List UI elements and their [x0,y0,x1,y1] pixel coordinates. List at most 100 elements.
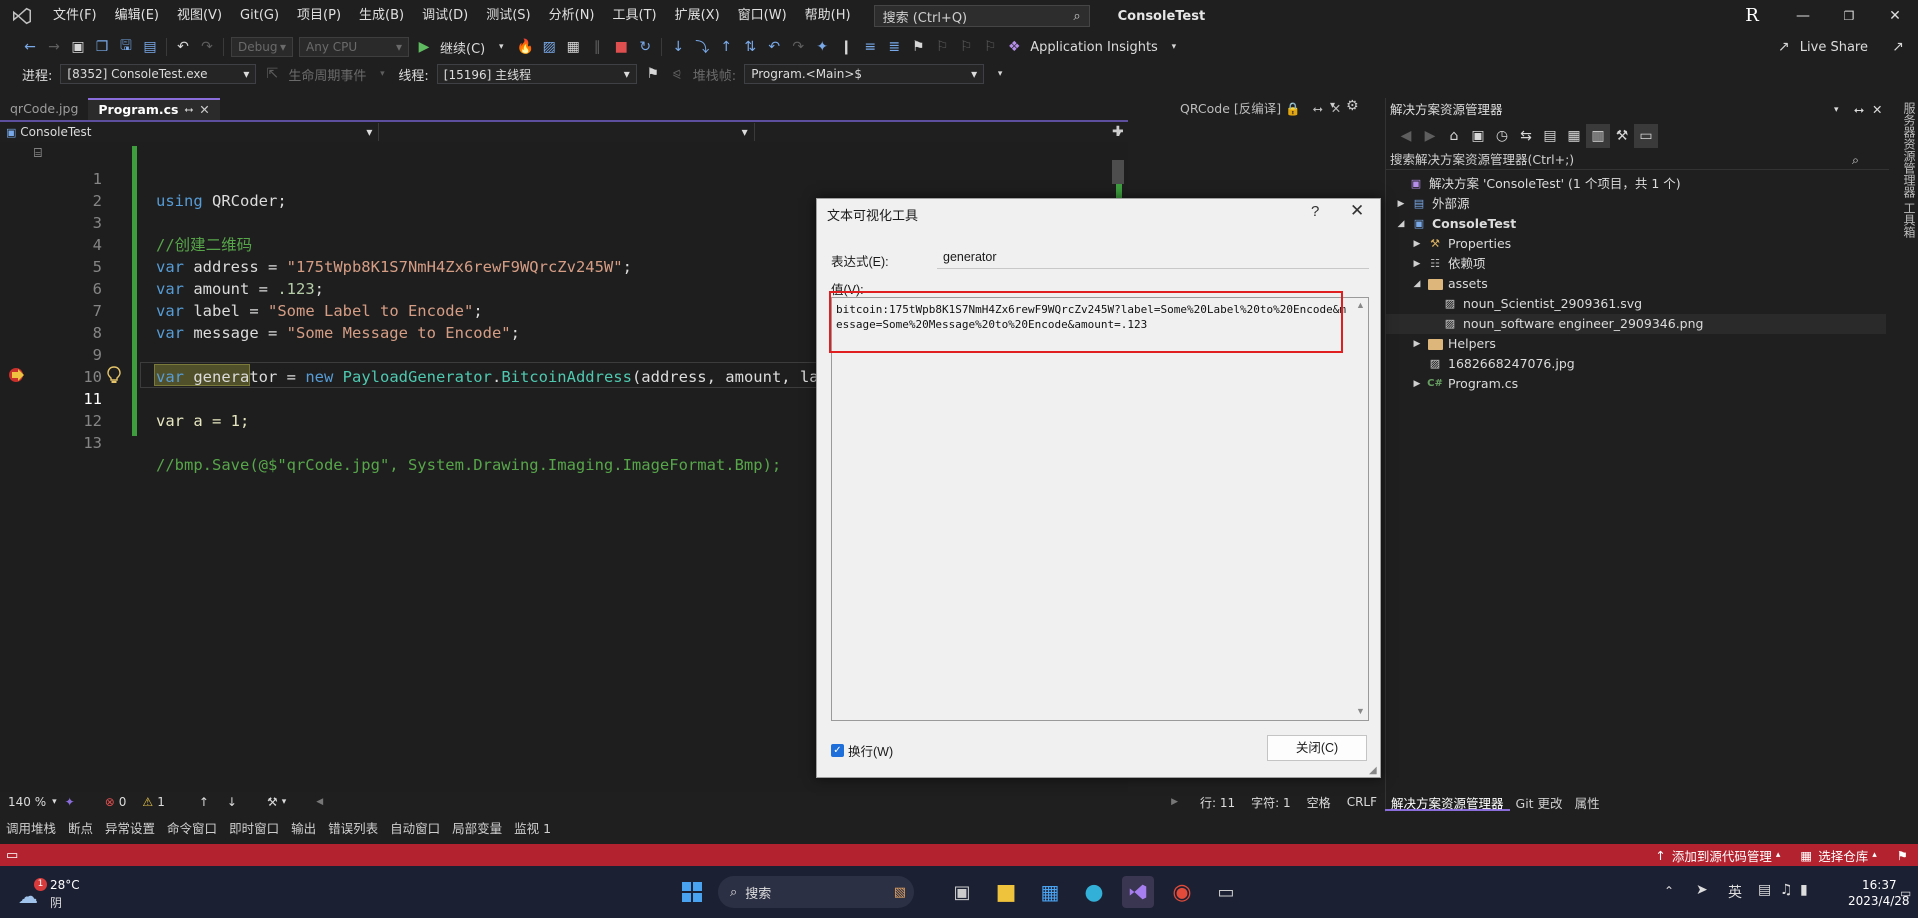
clear-bookmarks-icon[interactable]: ⚐ [978,35,1002,59]
scroll-down-icon[interactable]: ▼ [1356,706,1365,716]
redo-step-icon[interactable]: ↷ [786,35,810,59]
menu-view[interactable]: 视图(V) [168,0,231,32]
tree-item-external-sources[interactable]: ▶ ▤ 外部源 [1386,194,1886,214]
hot-reload-icon[interactable]: 🔥 [513,35,537,59]
chevron-up-icon[interactable]: ▴ [1776,850,1781,860]
settings-gear-icon[interactable]: ⚙ [1346,98,1359,114]
chevron-down-icon[interactable]: ▾ [52,797,57,807]
chrome-icon[interactable]: ◉ [1166,876,1198,908]
live-share-icon[interactable]: ↗ [1772,35,1796,59]
close-panel-icon[interactable]: ✕ [1872,98,1882,122]
expression-field[interactable]: generator [937,245,1369,269]
store-icon[interactable]: ▦ [1034,876,1066,908]
location-icon[interactable]: ➤ [1696,882,1708,898]
add-to-source-control-button[interactable]: 添加到源代码管理 [1672,846,1772,865]
temperature[interactable]: 28°C [50,878,80,892]
back-icon[interactable]: ◀ [1394,124,1418,148]
stack-frame-select[interactable]: Program.<Main>$ ▾ [744,64,985,84]
tab-watch-1[interactable]: 监视 1 [508,818,557,837]
layout-icon[interactable]: ▦ [561,35,585,59]
zoom-level[interactable]: 140 % [8,795,46,809]
tab-overflow-icon[interactable]: ▾ [1330,100,1335,111]
scrollbar-thumb[interactable] [1112,160,1124,184]
scroll-right-icon[interactable]: ▶ [1171,797,1178,807]
code-cleanup-icon[interactable]: ⚒ [267,795,278,809]
filter-threads-icon[interactable]: ⪨ [665,62,689,86]
tab-solution-explorer[interactable]: 解决方案资源管理器 [1385,793,1510,811]
new-project-icon[interactable]: ▣ [66,35,90,59]
notification-center-icon[interactable]: ▭ [1900,886,1911,900]
forward-icon[interactable]: ▶ [1418,124,1442,148]
tab-breakpoints[interactable]: 断点 [62,818,99,837]
menu-edit[interactable]: 编辑(E) [106,0,168,32]
chevron-down-icon[interactable]: ▾ [489,35,513,59]
application-insights-button[interactable]: Application Insights [1026,40,1162,55]
next-issue-icon[interactable]: ↓ [227,795,237,809]
file-explorer-icon[interactable]: ■ [990,876,1022,908]
prev-bookmark-icon[interactable]: ⚐ [930,35,954,59]
menu-file[interactable]: 文件(F) [44,0,106,32]
pending-changes-filter-icon[interactable]: ◷ [1490,124,1514,148]
properties-icon[interactable]: ⚒ [1610,124,1634,148]
tab-qrcode-decompiled[interactable]: QRCode [反编译] 🔒 ⭤ ✕ [1180,98,1341,120]
scroll-up-icon[interactable]: ▲ [1356,300,1365,310]
pin-icon[interactable]: ⭤ [184,99,193,121]
process-select[interactable]: [8352] ConsoleTest.exe ▾ [60,64,257,84]
line-ending-indicator[interactable]: CRLF [1347,795,1377,809]
pause-icon[interactable]: ∥ [585,35,609,59]
platform-select[interactable]: Any CPU ▾ [299,37,409,57]
weather-condition[interactable]: 阴 [50,894,62,911]
tab-error-list[interactable]: 错误列表 [322,818,384,837]
live-share-button[interactable]: Live Share [1796,40,1872,55]
tree-item-program-cs[interactable]: ▶ C# Program.cs [1386,374,1886,394]
search-input[interactable]: 搜索 (Ctrl+Q) ⌕ [873,5,1090,27]
tab-exception-settings[interactable]: 异常设置 [99,818,161,837]
menu-analyze[interactable]: 分析(N) [540,0,604,32]
feedback-icon[interactable]: ↗ [1886,35,1910,59]
notification-icon[interactable]: ▭ [6,848,18,863]
menu-tools[interactable]: 工具(T) [604,0,666,32]
lifecycle-icon[interactable]: ⇱ [260,62,284,86]
menu-git[interactable]: Git(G) [231,0,288,32]
tree-item-assets[interactable]: ◢ assets [1386,274,1886,294]
flag-thread-icon[interactable]: ⚑ [641,62,665,86]
member-dropdown[interactable]: ▾ [755,123,1128,141]
breakpoint-toggle-icon[interactable]: ❙ [834,35,858,59]
expand-icon[interactable]: ▶ [1396,194,1406,214]
value-textarea[interactable]: bitcoin:175tWpb8K1S7NmH4Zx6rewF9WQrcZv24… [831,297,1369,721]
undo-step-icon[interactable]: ↶ [762,35,786,59]
warning-icon[interactable]: ⚠ [142,795,153,809]
task-view-icon[interactable]: ▣ [946,876,978,908]
tree-item-project[interactable]: ◢ ▣ ConsoleTest [1386,214,1886,234]
minimize-icon[interactable]: — [1780,0,1826,32]
expand-icon[interactable]: ▶ [1412,234,1422,254]
taskbar-search[interactable]: ⌕ 搜索 ▧ [718,876,914,908]
show-next-statement-icon[interactable]: ⇅ [738,35,762,59]
solution-search-input[interactable]: 搜索解决方案资源管理器(Ctrl+;) ⌕ [1386,150,1889,170]
sync-with-document-icon[interactable]: ⇆ [1514,124,1538,148]
navigate-back-icon[interactable]: ← [18,35,42,59]
menu-help[interactable]: 帮助(H) [796,0,860,32]
previous-issue-icon[interactable]: ↑ [199,795,209,809]
weather-widget[interactable]: ☁ 1 [18,878,48,908]
switch-views-icon[interactable]: ▣ [1466,124,1490,148]
process-icon[interactable]: ▨ [537,35,561,59]
bookmark-icon[interactable]: ⚑ [906,35,930,59]
stop-icon[interactable]: ■ [609,35,633,59]
show-all-files-icon[interactable]: ▥ [1586,124,1610,148]
clock-time[interactable]: 16:37 [1862,878,1897,892]
tab-output[interactable]: 输出 [285,818,322,837]
restart-icon[interactable]: ↻ [633,35,657,59]
chevron-down-icon[interactable]: ▾ [282,797,287,807]
tree-item-svg-file[interactable]: ▨ noun_Scientist_2909361.svg [1386,294,1886,314]
collapse-icon[interactable]: ◢ [1396,214,1406,234]
chevron-down-icon[interactable]: ▾ [1162,35,1186,59]
menu-window[interactable]: 窗口(W) [729,0,796,32]
menu-test[interactable]: 测试(S) [477,0,539,32]
expand-icon[interactable]: ▶ [1412,254,1422,274]
restore-icon[interactable]: ❐ [1826,0,1872,32]
line-indicator[interactable]: 行: 11 [1200,794,1235,811]
undo-icon[interactable]: ↶ [171,35,195,59]
close-tab-icon[interactable]: ✕ [199,99,209,121]
configuration-select[interactable]: Debug ▾ [231,37,293,57]
